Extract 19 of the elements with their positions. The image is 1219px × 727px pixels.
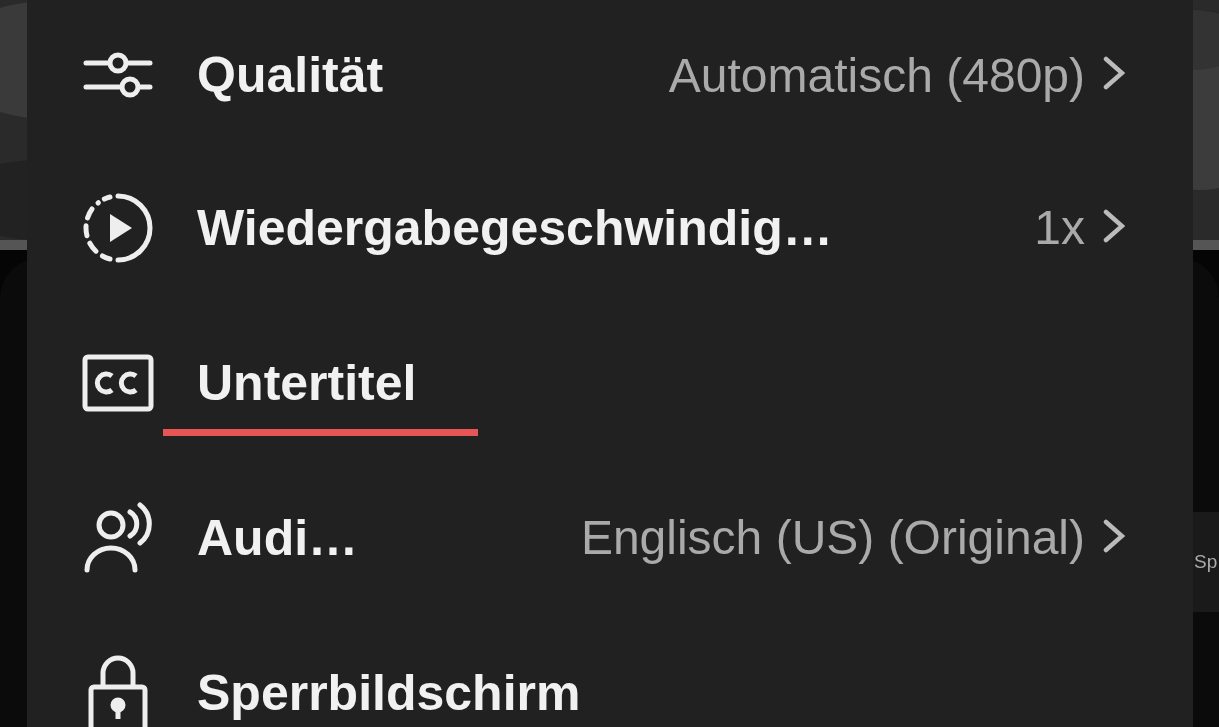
item-value: 1x [1034,200,1085,255]
item-label: Untertitel [197,353,417,412]
menu-item[interactable]: Sperrbildschirm [27,615,1193,727]
item-label: Sperrbildschirm [197,663,581,722]
sliders-icon [83,50,153,100]
chip[interactable]: Sp [1193,512,1219,612]
menu-item[interactable]: Qualität Automatisch (480p) [27,0,1193,150]
menu-item[interactable]: Untertitel [27,305,1193,460]
item-value: Automatisch (480p) [668,47,1085,103]
item-label: Qualität [197,46,384,104]
item-value: Englisch (US) (Original) [580,510,1085,565]
item-label: Audi… [197,508,359,567]
person-speaking-icon [83,501,153,574]
play-circle-icon [82,191,154,264]
item-label: Wiedergabegeschwindig… [197,198,833,257]
chip-label: Sp [1193,551,1218,573]
captions-icon [82,353,154,412]
menu-item[interactable]: Wiedergabegeschwindig… 1x [27,150,1193,305]
menu-item[interactable]: Audi… Englisch (US) (Original) [27,460,1193,615]
